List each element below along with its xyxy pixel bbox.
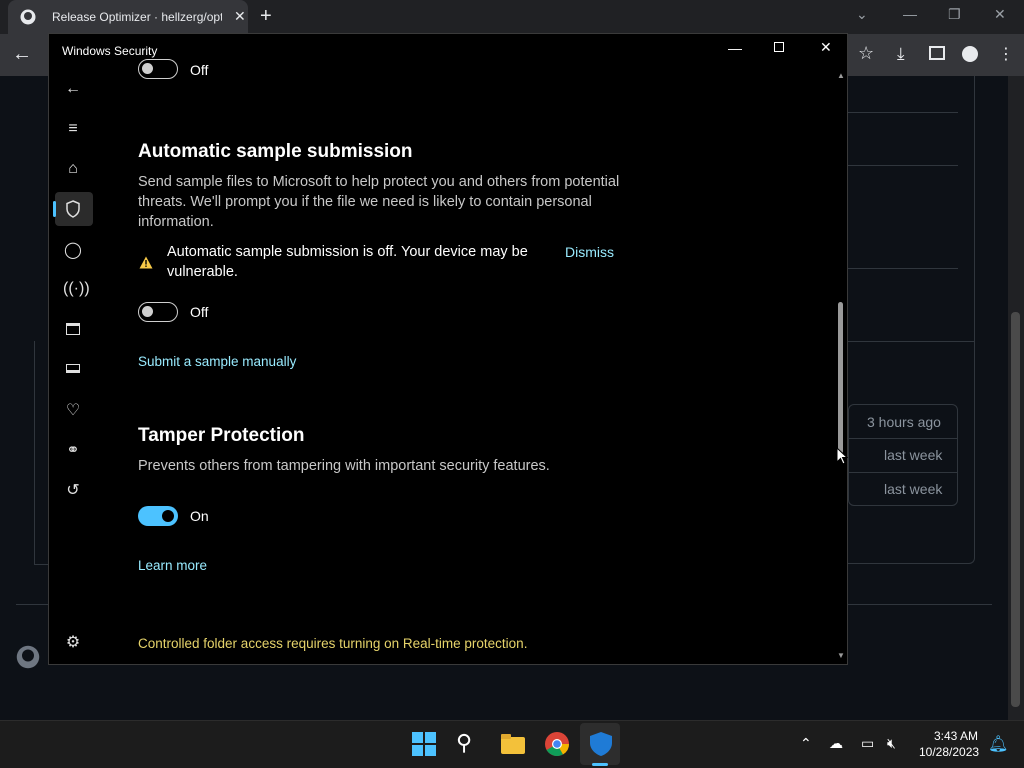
clock-time[interactable]: 3:43 AM (934, 729, 978, 743)
back-icon[interactable]: ← (12, 43, 32, 66)
divider (848, 341, 975, 342)
windows-security-window: Windows Security — ✕ ← ≡ ⌂ ◯ ((·)) ♡ ⚭ ↺… (48, 33, 848, 665)
onedrive-icon[interactable]: ☁ (829, 735, 843, 752)
content-box-edge (34, 341, 48, 565)
window-scrollbar-thumb[interactable] (838, 302, 843, 454)
close-icon[interactable]: ✕ (994, 6, 1006, 23)
active-indicator (592, 763, 608, 766)
home-icon[interactable]: ⌂ (63, 160, 83, 178)
submit-sample-link[interactable]: Submit a sample manually (138, 354, 296, 369)
window-title: Windows Security (62, 44, 158, 58)
person-icon[interactable]: ◯ (63, 240, 83, 260)
new-tab-button[interactable]: + (260, 5, 272, 28)
github-icon (20, 9, 36, 25)
page-scrollbar-thumb[interactable] (1011, 312, 1020, 707)
file-explorer-icon[interactable] (500, 731, 526, 757)
chrome-icon[interactable] (544, 731, 570, 757)
app-browser-icon[interactable] (66, 323, 80, 335)
network-icon[interactable]: ▭ (861, 735, 874, 752)
toggle-label: Off (190, 304, 209, 320)
sample-submission-description: Send sample files to Microsoft to help p… (138, 174, 620, 230)
volume-muted-icon[interactable]: 🔇︎ (887, 735, 896, 752)
menu-dots-icon[interactable]: ⋮ (998, 44, 1014, 64)
chevron-up-icon[interactable]: ⌃ (800, 735, 812, 752)
family-icon[interactable]: ⚭ (63, 440, 83, 460)
start-icon[interactable] (411, 731, 437, 757)
scroll-down-icon[interactable]: ▼ (837, 651, 845, 660)
shield-icon[interactable] (65, 200, 81, 218)
profile-icon[interactable] (962, 46, 978, 62)
search-icon[interactable]: ⚲ (456, 730, 472, 756)
warning-icon (139, 256, 153, 269)
list-item-time: last week (884, 447, 943, 463)
toggle-label: On (190, 508, 209, 524)
tamper-protection-description: Prevents others from tampering with impo… (138, 458, 550, 474)
back-icon[interactable]: ← (63, 80, 83, 98)
close-icon[interactable]: ✕ (820, 39, 832, 56)
controlled-folder-notice: Controlled folder access requires turnin… (138, 636, 528, 651)
real-time-toggle[interactable] (138, 59, 178, 79)
divider (848, 438, 958, 439)
browser-tab[interactable]: Release Optimizer · hellzerg/opt ✕ (8, 0, 248, 34)
notification-bell-icon[interactable]: 🔔︎ (988, 734, 1008, 754)
restore-icon[interactable]: ❐ (948, 6, 961, 23)
toggle-label: Off (190, 62, 209, 78)
minimize-icon[interactable]: — (728, 40, 742, 56)
mouse-cursor-icon (836, 447, 848, 465)
browser-tab-strip: Release Optimizer · hellzerg/opt ✕ + ⌄ —… (0, 0, 1024, 34)
sample-submission-warning: Automatic sample submission is off. Your… (167, 244, 528, 280)
tamper-protection-heading: Tamper Protection (138, 425, 305, 446)
dismiss-button[interactable]: Dismiss (565, 244, 614, 260)
menu-icon[interactable]: ≡ (63, 120, 83, 138)
browser-tab-title: Release Optimizer · hellzerg/opt (52, 10, 222, 24)
sample-submission-toggle[interactable] (138, 302, 178, 322)
scroll-up-icon[interactable]: ▲ (837, 71, 845, 80)
taskbar: ⚲ ⌃ ☁ ▭ 🔇︎ 3:43 AM 10/28/2023 🔔︎ (0, 720, 1024, 768)
wifi-icon[interactable]: ((·)) (63, 280, 90, 298)
tamper-protection-toggle[interactable] (138, 506, 178, 526)
settings-icon[interactable]: ⚙ (63, 632, 83, 652)
close-tab-icon[interactable]: ✕ (234, 8, 246, 25)
heart-icon[interactable]: ♡ (63, 400, 83, 420)
download-icon[interactable]: ⤓ (897, 44, 905, 64)
learn-more-link[interactable]: Learn more (138, 558, 207, 573)
github-logo-icon[interactable] (16, 645, 40, 669)
tab-search-icon[interactable]: ⌄ (856, 6, 868, 23)
bookmark-star-icon[interactable]: ☆ (858, 43, 874, 64)
nav-selected-indicator (53, 201, 56, 217)
minimize-icon[interactable]: — (903, 6, 917, 22)
clock-date[interactable]: 10/28/2023 (919, 745, 979, 759)
side-panel-icon[interactable] (929, 46, 945, 60)
maximize-icon[interactable] (774, 42, 784, 52)
sample-submission-heading: Automatic sample submission (138, 141, 413, 162)
list-item-time: last week (884, 481, 943, 497)
laptop-icon[interactable] (66, 364, 80, 373)
divider (848, 472, 958, 473)
list-item-time: 3 hours ago (867, 414, 941, 430)
history-icon[interactable]: ↺ (63, 480, 83, 500)
windows-security-icon[interactable] (588, 731, 614, 757)
